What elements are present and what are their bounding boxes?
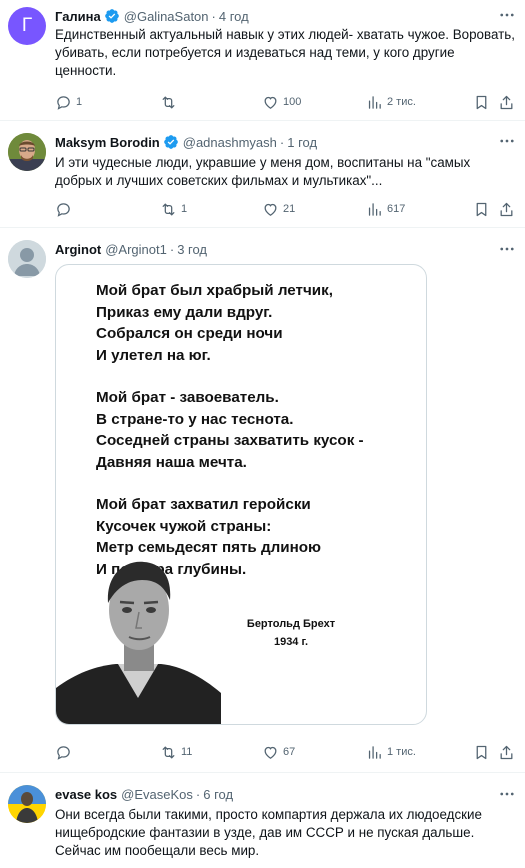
avatar[interactable]: [8, 133, 46, 171]
avatar[interactable]: Г: [8, 7, 46, 45]
author-handle[interactable]: @Arginot1: [105, 242, 167, 257]
views-count: 2 тис.: [387, 96, 416, 108]
share-button[interactable]: [498, 199, 515, 219]
timestamp[interactable]: 3 год: [177, 242, 207, 257]
share-button[interactable]: [498, 92, 515, 112]
like-count: 100: [283, 96, 302, 108]
bookmark-button[interactable]: [473, 742, 490, 762]
retweet-count: 1: [181, 203, 188, 215]
reply-button[interactable]: 1: [55, 92, 82, 112]
author-portrait-photo: [56, 561, 221, 724]
default-avatar-icon: [8, 240, 46, 278]
tweet-header: Галина @GalinaSaton · 4 год: [55, 8, 249, 24]
reply-count: 1: [76, 96, 83, 108]
author-handle[interactable]: @EvaseKos: [121, 787, 193, 802]
tweet-header: evase kos @EvaseKos · 6 год: [55, 787, 234, 802]
retweet-button[interactable]: [160, 92, 181, 112]
tweet-header: Arginot @Arginot1 · 3 год: [55, 242, 208, 257]
reply-icon: [57, 745, 70, 760]
tweet-text: Единственный актуальный навык у этих люд…: [55, 27, 515, 78]
views-button[interactable]: 2 тис.: [366, 92, 416, 112]
timestamp[interactable]: 6 год: [203, 787, 233, 802]
retweet-icon: [162, 203, 175, 215]
share-icon: [500, 202, 513, 216]
share-icon: [500, 95, 513, 109]
tweet-maksym[interactable]: Maksym Borodin @adnashmyash · 1 год И эт…: [0, 121, 525, 228]
tweet-actions: 1 21 617: [55, 199, 513, 219]
retweet-icon: [162, 96, 175, 108]
avatar-photo-icon: [8, 785, 46, 823]
reply-icon: [57, 95, 70, 110]
author-name[interactable]: evase kos: [55, 787, 117, 802]
avatar-photo-icon: [8, 133, 46, 171]
share-button[interactable]: [498, 742, 515, 762]
author-name[interactable]: Галина: [55, 9, 101, 24]
views-button[interactable]: 617: [366, 199, 405, 219]
like-count: 67: [283, 746, 296, 758]
bookmark-icon: [476, 202, 487, 216]
tweet-galina[interactable]: Г Галина @GalinaSaton · 4 год Единственн…: [0, 0, 525, 121]
verified-badge-icon: [163, 135, 178, 149]
bookmark-button[interactable]: [473, 199, 490, 219]
views-icon: [368, 745, 381, 759]
tweet-header: Maksym Borodin @adnashmyash · 1 год: [55, 134, 318, 150]
poem-stanza: Мой брат был храбрый летчик, Приказ ему …: [96, 282, 333, 364]
avatar-letter: Г: [21, 15, 33, 36]
reply-button[interactable]: [55, 742, 76, 762]
author-name[interactable]: Maksym Borodin: [55, 135, 160, 150]
more-icon[interactable]: [497, 132, 517, 150]
tweet-actions: 11 67 1 тис.: [55, 742, 513, 762]
like-count: 21: [283, 203, 296, 215]
like-button[interactable]: 21: [262, 199, 295, 219]
more-icon[interactable]: [497, 240, 517, 258]
bookmark-icon: [476, 95, 487, 109]
views-count: 617: [387, 203, 406, 215]
share-icon: [500, 745, 513, 759]
reply-icon: [57, 202, 70, 217]
tweet-text: И эти чудесные люди, укравшие у меня дом…: [55, 155, 471, 188]
views-icon: [368, 95, 381, 109]
like-icon: [264, 96, 277, 109]
timestamp[interactable]: 1 год: [287, 135, 317, 150]
tweet-actions: 1 100 2 тис.: [55, 92, 513, 112]
author-name[interactable]: Arginot: [55, 242, 101, 257]
more-icon[interactable]: [497, 6, 517, 24]
author-handle[interactable]: @adnashmyash: [183, 135, 277, 150]
tweet-arginot[interactable]: Arginot @Arginot1 · 3 год Мой брат был х…: [0, 228, 525, 773]
reply-button[interactable]: [55, 199, 76, 219]
bookmark-icon: [476, 745, 487, 759]
tweet-image-card[interactable]: Мой брат был храбрый летчик, Приказ ему …: [55, 264, 427, 725]
poem-signature: Бертольд Брехт 1934 г.: [246, 618, 336, 648]
like-icon: [264, 203, 277, 216]
tweet-evase[interactable]: evase kos @EvaseKos · 6 год Они всегда б…: [0, 773, 525, 868]
timestamp[interactable]: 4 год: [219, 9, 249, 24]
like-button[interactable]: 100: [262, 92, 301, 112]
retweet-button[interactable]: 1: [160, 199, 187, 219]
bookmark-button[interactable]: [473, 92, 490, 112]
author-handle[interactable]: @GalinaSaton: [124, 9, 209, 24]
retweet-count: 11: [181, 746, 193, 758]
views-count: 1 тис.: [387, 746, 416, 758]
more-icon[interactable]: [497, 785, 517, 803]
verified-badge-icon: [104, 9, 119, 23]
like-button[interactable]: 67: [262, 742, 295, 762]
views-icon: [368, 202, 381, 216]
like-icon: [264, 746, 277, 759]
avatar[interactable]: [8, 785, 46, 823]
retweet-icon: [162, 746, 175, 758]
poem-stanza: Мой брат - завоеватель. В стране-то у на…: [96, 389, 364, 471]
tweet-text: Они всегда были такими, просто компартия…: [55, 807, 482, 858]
views-button[interactable]: 1 тис.: [366, 742, 416, 762]
avatar[interactable]: [8, 240, 46, 278]
retweet-button[interactable]: 11: [160, 742, 192, 762]
